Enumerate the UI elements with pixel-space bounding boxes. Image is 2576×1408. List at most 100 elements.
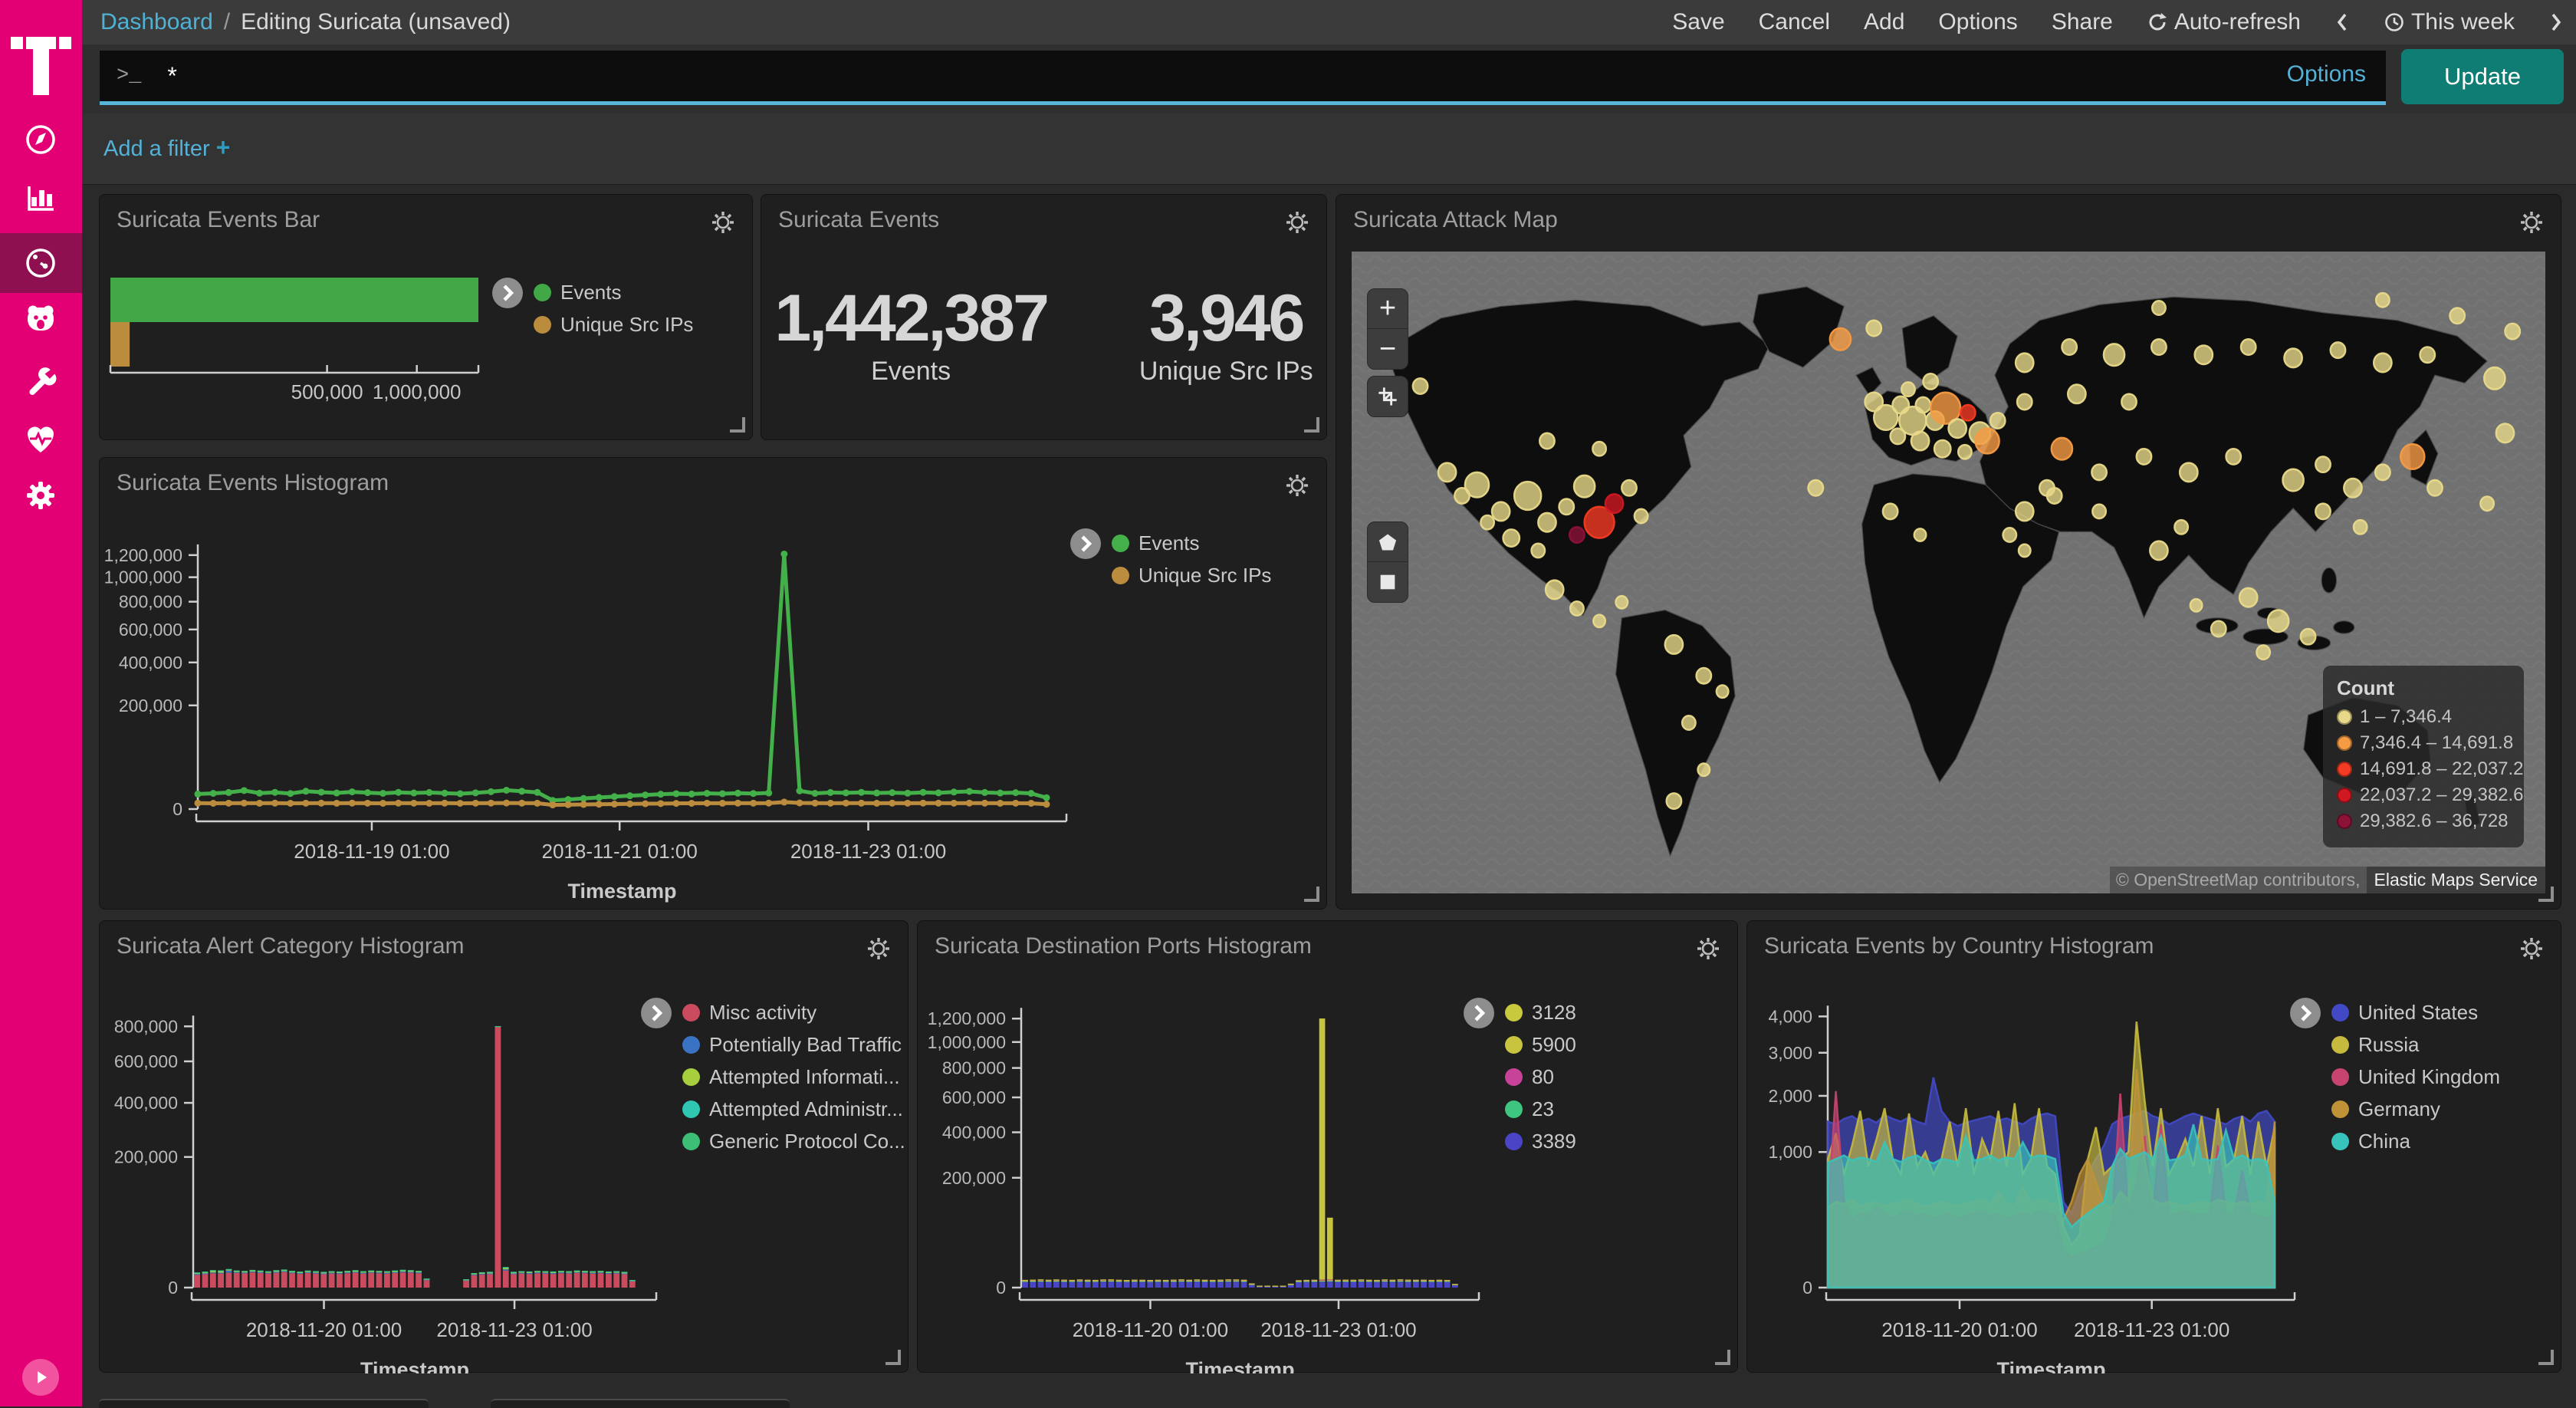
legend-item[interactable]: Russia — [2331, 1033, 2500, 1057]
map-legend-row: 7,346.4 – 14,691.8 — [2337, 732, 2510, 754]
draw-bounds-button[interactable] — [1368, 377, 1408, 416]
metric-label: Events — [774, 357, 1047, 387]
legend-dot-icon — [682, 1068, 700, 1086]
legend-dot-icon — [1505, 1133, 1523, 1150]
breadcrumb-dashboard-link[interactable]: Dashboard — [100, 9, 213, 35]
clock-icon — [2384, 12, 2405, 33]
panel-gear-icon[interactable] — [865, 935, 892, 962]
panel-gear-icon[interactable] — [1694, 935, 1722, 962]
legend-dot-icon — [2331, 1036, 2349, 1054]
panel-gear-icon[interactable] — [1283, 472, 1311, 499]
legend-toggle-icon[interactable] — [2290, 998, 2321, 1028]
svg-text:Timestamp: Timestamp — [1185, 1358, 1294, 1373]
legend-item[interactable]: China — [2331, 1130, 2500, 1153]
svg-text:1,000,000: 1,000,000 — [928, 1032, 1006, 1052]
elastic-maps-attribution[interactable]: Elastic Maps Service — [2367, 867, 2545, 893]
svg-text:0: 0 — [168, 1278, 178, 1298]
panel-resize-handle[interactable] — [1304, 417, 1319, 433]
legend-item[interactable]: Germany — [2331, 1097, 2500, 1121]
legend-item[interactable]: 3128 — [1505, 1001, 1576, 1025]
legend-item[interactable]: 80 — [1505, 1065, 1576, 1089]
panel-resize-handle[interactable] — [886, 1350, 901, 1365]
zoom-in-button[interactable]: + — [1368, 289, 1408, 329]
legend-dot-icon — [1505, 1068, 1523, 1086]
legend-item[interactable]: Misc activity — [682, 1001, 905, 1025]
svg-text:0: 0 — [172, 799, 182, 819]
legend-item[interactable]: Unique Src IPs — [1112, 564, 1271, 587]
svg-text:2018-11-23 01:00: 2018-11-23 01:00 — [436, 1318, 592, 1341]
panel-alert-category-histogram: Suricata Alert Category Histogram 0200,0… — [99, 920, 909, 1373]
svg-text:500,000: 500,000 — [291, 380, 363, 403]
bear-icon[interactable] — [23, 301, 58, 337]
destination-ports-chart: 0200,000400,000600,000800,0001,000,0001,… — [918, 964, 1739, 1377]
chevron-right-icon[interactable] — [2548, 11, 2564, 34]
compass-icon[interactable] — [23, 122, 58, 157]
legend-label: Attempted Informati... — [709, 1065, 900, 1089]
add-filter-link[interactable]: Add a filter+ — [104, 133, 230, 162]
legend-item[interactable]: Attempted Informati... — [682, 1065, 905, 1089]
legend-item[interactable]: Potentially Bad Traffic — [682, 1033, 905, 1057]
legend-item[interactable]: Generic Protocol Co... — [682, 1130, 905, 1153]
panel-resize-handle[interactable] — [730, 417, 745, 433]
svg-text:200,000: 200,000 — [119, 696, 182, 716]
osm-attribution[interactable]: © OpenStreetMap contributors, — [2110, 867, 2367, 893]
heartbeat-icon[interactable] — [23, 421, 58, 456]
query-options-link[interactable]: Options — [2287, 61, 2366, 87]
panel-title: Suricata Events Histogram — [117, 470, 389, 496]
legend-item[interactable]: 5900 — [1505, 1033, 1576, 1057]
legend-toggle-icon[interactable] — [641, 998, 672, 1028]
legend-item[interactable]: Events — [534, 281, 693, 304]
add-button[interactable]: Add — [1864, 9, 1904, 35]
sidebar — [0, 0, 82, 1406]
legend-item[interactable]: 3389 — [1505, 1130, 1576, 1153]
gear-icon[interactable] — [23, 478, 58, 513]
draw-polygon-button[interactable] — [1368, 522, 1408, 562]
panel-destination-ports-histogram: Suricata Destination Ports Histogram 020… — [917, 920, 1738, 1373]
panel-resize-handle[interactable] — [1715, 1350, 1730, 1365]
legend-item[interactable]: United Kingdom — [2331, 1065, 2500, 1089]
legend-item[interactable]: United States — [2331, 1001, 2500, 1025]
legend-dot-icon — [1112, 535, 1129, 552]
map-legend-row: 22,037.2 – 29,382.6 — [2337, 785, 2510, 806]
metric-value: 3,946 — [1139, 281, 1313, 357]
panel-title: Suricata Destination Ports Histogram — [935, 933, 1312, 959]
panel-events-histogram: Suricata Events Histogram 0200,000400,00… — [99, 457, 1327, 910]
panel-gear-icon[interactable] — [2518, 209, 2545, 236]
panel-resize-handle[interactable] — [2538, 887, 2554, 902]
legend-toggle-icon[interactable] — [1464, 998, 1494, 1028]
panel-gear-icon[interactable] — [2518, 935, 2545, 962]
auto-refresh-button[interactable]: Auto-refresh — [2147, 9, 2301, 35]
legend-dot-icon — [1112, 567, 1129, 584]
zoom-out-button[interactable]: − — [1368, 329, 1408, 369]
legend-toggle-icon[interactable] — [492, 278, 523, 308]
panel-title: Suricata Alert Category Histogram — [117, 933, 465, 959]
events-bar-chart: 500,0001,000,000 — [100, 238, 754, 441]
cancel-button[interactable]: Cancel — [1759, 9, 1830, 35]
legend-label: China — [2358, 1130, 2410, 1153]
panel-gear-icon[interactable] — [1283, 209, 1311, 236]
svg-text:0: 0 — [996, 1278, 1006, 1298]
panel-gear-icon[interactable] — [709, 209, 737, 236]
save-button[interactable]: Save — [1672, 9, 1724, 35]
sidebar-collapse-button[interactable] — [22, 1359, 59, 1396]
panel-resize-handle[interactable] — [1304, 887, 1319, 902]
share-button[interactable]: Share — [2052, 9, 2113, 35]
svg-text:0: 0 — [1802, 1278, 1812, 1298]
update-button[interactable]: Update — [2401, 49, 2564, 104]
draw-rectangle-button[interactable] — [1368, 562, 1408, 602]
legend-item[interactable]: Unique Src IPs — [534, 313, 693, 337]
map-legend-dot-icon — [2337, 735, 2352, 751]
bar-chart-icon[interactable] — [23, 180, 58, 215]
legend-item[interactable]: Events — [1112, 531, 1271, 555]
chevron-left-icon[interactable] — [2334, 11, 2350, 34]
gauge-icon[interactable] — [23, 245, 58, 281]
legend-item[interactable]: 23 — [1505, 1097, 1576, 1121]
legend-toggle-icon[interactable] — [1070, 528, 1101, 559]
time-range-picker[interactable]: This week — [2384, 9, 2515, 35]
world-map[interactable]: + − Count 1 – 7,346.47,346.4 – 14,691.81… — [1352, 252, 2545, 893]
search-input[interactable]: >_ * Options — [100, 51, 2386, 105]
panel-resize-handle[interactable] — [2538, 1350, 2554, 1365]
options-button[interactable]: Options — [1938, 9, 2017, 35]
legend-item[interactable]: Attempted Administr... — [682, 1097, 905, 1121]
wrench-icon[interactable] — [23, 361, 58, 396]
